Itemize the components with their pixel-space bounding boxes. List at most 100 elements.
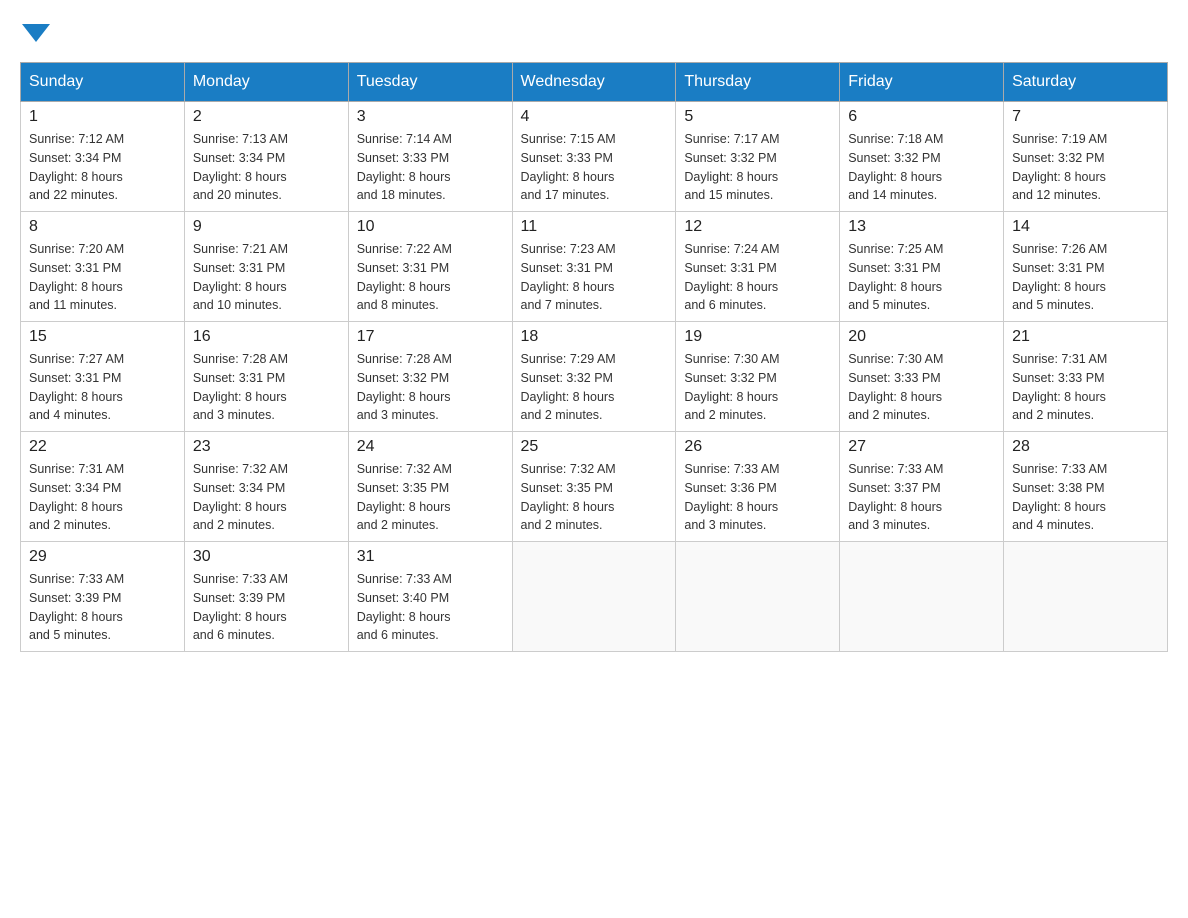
day-number: 28: [1012, 438, 1159, 456]
day-info: Sunrise: 7:31 AMSunset: 3:34 PMDaylight:…: [29, 460, 176, 535]
day-info: Sunrise: 7:31 AMSunset: 3:33 PMDaylight:…: [1012, 350, 1159, 425]
calendar-table: SundayMondayTuesdayWednesdayThursdayFrid…: [20, 62, 1168, 652]
calendar-cell: 1 Sunrise: 7:12 AMSunset: 3:34 PMDaylight…: [21, 102, 185, 212]
day-number: 5: [684, 108, 831, 126]
calendar-cell: 25Sunrise: 7:32 AMSunset: 3:35 PMDayligh…: [512, 432, 676, 542]
calendar-cell: 10 Sunrise: 7:22 AMSunset: 3:31 PMDayligh…: [348, 212, 512, 322]
calendar-cell: 20 Sunrise: 7:30 AMSunset: 3:33 PMDayligh…: [840, 322, 1004, 432]
calendar-cell: 27 Sunrise: 7:33 AMSunset: 3:37 PMDayligh…: [840, 432, 1004, 542]
day-number: 25: [521, 438, 668, 456]
calendar-cell: 29 Sunrise: 7:33 AMSunset: 3:39 PMDayligh…: [21, 542, 185, 652]
day-info: Sunrise: 7:33 AMSunset: 3:37 PMDaylight:…: [848, 460, 995, 535]
day-info: Sunrise: 7:24 AMSunset: 3:31 PMDaylight:…: [684, 240, 831, 315]
day-info: Sunrise: 7:17 AMSunset: 3:32 PMDaylight:…: [684, 130, 831, 205]
calendar-header-row: SundayMondayTuesdayWednesdayThursdayFrid…: [21, 63, 1168, 102]
day-info: Sunrise: 7:29 AMSunset: 3:32 PMDaylight:…: [521, 350, 668, 425]
day-info: Sunrise: 7:12 AMSunset: 3:34 PMDaylight:…: [29, 130, 176, 205]
calendar-cell: 31Sunrise: 7:33 AMSunset: 3:40 PMDayligh…: [348, 542, 512, 652]
calendar-cell: 11 Sunrise: 7:23 AMSunset: 3:31 PMDayligh…: [512, 212, 676, 322]
day-info: Sunrise: 7:26 AMSunset: 3:31 PMDaylight:…: [1012, 240, 1159, 315]
day-info: Sunrise: 7:33 AMSunset: 3:38 PMDaylight:…: [1012, 460, 1159, 535]
day-number: 7: [1012, 108, 1159, 126]
day-number: 20: [848, 328, 995, 346]
day-info: Sunrise: 7:13 AMSunset: 3:34 PMDaylight:…: [193, 130, 340, 205]
day-info: Sunrise: 7:33 AMSunset: 3:36 PMDaylight:…: [684, 460, 831, 535]
calendar-cell: 19 Sunrise: 7:30 AMSunset: 3:32 PMDayligh…: [676, 322, 840, 432]
calendar-cell: 15Sunrise: 7:27 AMSunset: 3:31 PMDayligh…: [21, 322, 185, 432]
calendar-week-row: 29 Sunrise: 7:33 AMSunset: 3:39 PMDayligh…: [21, 542, 1168, 652]
day-number: 2: [193, 108, 340, 126]
calendar-cell: 8 Sunrise: 7:20 AMSunset: 3:31 PMDaylight…: [21, 212, 185, 322]
day-number: 21: [1012, 328, 1159, 346]
calendar-cell: 4Sunrise: 7:15 AMSunset: 3:33 PMDaylight…: [512, 102, 676, 212]
calendar-cell: 16Sunrise: 7:28 AMSunset: 3:31 PMDayligh…: [184, 322, 348, 432]
weekday-header-friday: Friday: [840, 63, 1004, 102]
calendar-cell: 5 Sunrise: 7:17 AMSunset: 3:32 PMDaylight…: [676, 102, 840, 212]
day-number: 4: [521, 108, 668, 126]
calendar-cell: 23 Sunrise: 7:32 AMSunset: 3:34 PMDayligh…: [184, 432, 348, 542]
day-number: 12: [684, 218, 831, 236]
day-number: 3: [357, 108, 504, 126]
weekday-header-tuesday: Tuesday: [348, 63, 512, 102]
day-info: Sunrise: 7:30 AMSunset: 3:32 PMDaylight:…: [684, 350, 831, 425]
day-info: Sunrise: 7:33 AMSunset: 3:39 PMDaylight:…: [193, 570, 340, 645]
calendar-cell: 28 Sunrise: 7:33 AMSunset: 3:38 PMDayligh…: [1004, 432, 1168, 542]
day-info: Sunrise: 7:28 AMSunset: 3:32 PMDaylight:…: [357, 350, 504, 425]
calendar-week-row: 1 Sunrise: 7:12 AMSunset: 3:34 PMDaylight…: [21, 102, 1168, 212]
day-number: 26: [684, 438, 831, 456]
day-info: Sunrise: 7:23 AMSunset: 3:31 PMDaylight:…: [521, 240, 668, 315]
day-info: Sunrise: 7:21 AMSunset: 3:31 PMDaylight:…: [193, 240, 340, 315]
day-number: 8: [29, 218, 176, 236]
calendar-cell: [512, 542, 676, 652]
calendar-cell: 24 Sunrise: 7:32 AMSunset: 3:35 PMDayligh…: [348, 432, 512, 542]
day-info: Sunrise: 7:25 AMSunset: 3:31 PMDaylight:…: [848, 240, 995, 315]
calendar-cell: [676, 542, 840, 652]
day-number: 29: [29, 548, 176, 566]
day-number: 17: [357, 328, 504, 346]
page-header: [20, 20, 1168, 42]
day-info: Sunrise: 7:32 AMSunset: 3:35 PMDaylight:…: [357, 460, 504, 535]
day-number: 24: [357, 438, 504, 456]
calendar-cell: [840, 542, 1004, 652]
weekday-header-saturday: Saturday: [1004, 63, 1168, 102]
calendar-cell: 18 Sunrise: 7:29 AMSunset: 3:32 PMDayligh…: [512, 322, 676, 432]
day-info: Sunrise: 7:32 AMSunset: 3:34 PMDaylight:…: [193, 460, 340, 535]
day-number: 11: [521, 218, 668, 236]
day-number: 10: [357, 218, 504, 236]
day-number: 1: [29, 108, 176, 126]
calendar-cell: 3Sunrise: 7:14 AMSunset: 3:33 PMDaylight…: [348, 102, 512, 212]
day-number: 27: [848, 438, 995, 456]
calendar-cell: 12 Sunrise: 7:24 AMSunset: 3:31 PMDayligh…: [676, 212, 840, 322]
day-number: 22: [29, 438, 176, 456]
calendar-week-row: 15Sunrise: 7:27 AMSunset: 3:31 PMDayligh…: [21, 322, 1168, 432]
day-info: Sunrise: 7:20 AMSunset: 3:31 PMDaylight:…: [29, 240, 176, 315]
day-info: Sunrise: 7:33 AMSunset: 3:40 PMDaylight:…: [357, 570, 504, 645]
day-number: 30: [193, 548, 340, 566]
day-number: 19: [684, 328, 831, 346]
calendar-cell: 9 Sunrise: 7:21 AMSunset: 3:31 PMDaylight…: [184, 212, 348, 322]
calendar-cell: 17 Sunrise: 7:28 AMSunset: 3:32 PMDayligh…: [348, 322, 512, 432]
day-number: 15: [29, 328, 176, 346]
calendar-cell: 13 Sunrise: 7:25 AMSunset: 3:31 PMDayligh…: [840, 212, 1004, 322]
day-info: Sunrise: 7:28 AMSunset: 3:31 PMDaylight:…: [193, 350, 340, 425]
calendar-cell: 22 Sunrise: 7:31 AMSunset: 3:34 PMDayligh…: [21, 432, 185, 542]
calendar-cell: 21 Sunrise: 7:31 AMSunset: 3:33 PMDayligh…: [1004, 322, 1168, 432]
logo: [20, 20, 52, 42]
calendar-cell: 30 Sunrise: 7:33 AMSunset: 3:39 PMDayligh…: [184, 542, 348, 652]
day-number: 13: [848, 218, 995, 236]
weekday-header-monday: Monday: [184, 63, 348, 102]
day-info: Sunrise: 7:18 AMSunset: 3:32 PMDaylight:…: [848, 130, 995, 205]
calendar-cell: 7Sunrise: 7:19 AMSunset: 3:32 PMDaylight…: [1004, 102, 1168, 212]
day-number: 18: [521, 328, 668, 346]
calendar-cell: [1004, 542, 1168, 652]
weekday-header-sunday: Sunday: [21, 63, 185, 102]
calendar-cell: 6Sunrise: 7:18 AMSunset: 3:32 PMDaylight…: [840, 102, 1004, 212]
day-number: 23: [193, 438, 340, 456]
calendar-week-row: 22 Sunrise: 7:31 AMSunset: 3:34 PMDayligh…: [21, 432, 1168, 542]
calendar-cell: 2 Sunrise: 7:13 AMSunset: 3:34 PMDaylight…: [184, 102, 348, 212]
day-number: 9: [193, 218, 340, 236]
day-info: Sunrise: 7:22 AMSunset: 3:31 PMDaylight:…: [357, 240, 504, 315]
day-info: Sunrise: 7:33 AMSunset: 3:39 PMDaylight:…: [29, 570, 176, 645]
day-info: Sunrise: 7:30 AMSunset: 3:33 PMDaylight:…: [848, 350, 995, 425]
calendar-week-row: 8 Sunrise: 7:20 AMSunset: 3:31 PMDaylight…: [21, 212, 1168, 322]
